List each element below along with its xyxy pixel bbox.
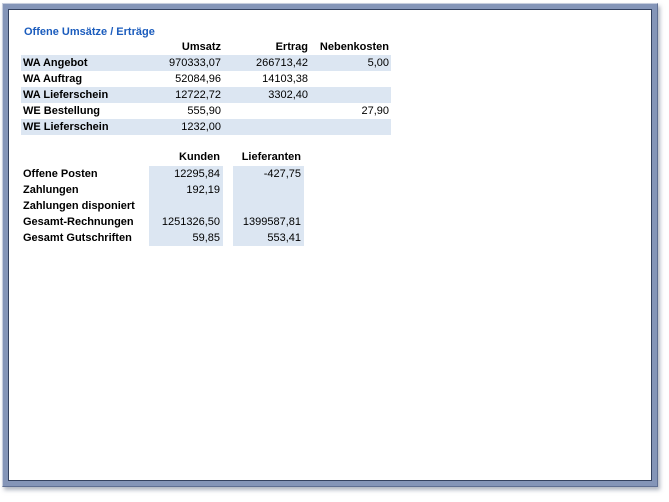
column-header-lieferanten: Lieferanten <box>233 149 304 166</box>
row-label: WA Angebot <box>21 55 134 71</box>
sales-table-header: Umsatz Ertrag Nebenkosten <box>21 39 391 55</box>
table-row: Zahlungen 192,19 <box>21 182 304 198</box>
row-label: WE Bestellung <box>21 103 134 119</box>
cell-umsatz: 970333,07 <box>134 55 223 71</box>
row-label: WA Auftrag <box>21 71 134 87</box>
accounts-header-spacer <box>21 149 149 166</box>
row-label: WA Lieferschein <box>21 87 134 103</box>
row-label: Zahlungen disponiert <box>21 198 149 214</box>
column-header-kunden: Kunden <box>149 149 223 166</box>
cell-kunden: 12295,84 <box>149 166 223 182</box>
table-row: WA Lieferschein 12722,72 3302,40 <box>21 87 391 103</box>
table-row: WE Lieferschein 1232,00 <box>21 119 391 135</box>
cell-kunden <box>149 198 223 214</box>
cell-umsatz: 1232,00 <box>134 119 223 135</box>
table-row: Offene Posten 12295,84 -427,75 <box>21 166 304 182</box>
column-header-umsatz: Umsatz <box>134 39 223 55</box>
row-label: WE Lieferschein <box>21 119 134 135</box>
table-row: WA Angebot 970333,07 266713,42 5,00 <box>21 55 391 71</box>
cell-lieferanten <box>233 182 304 198</box>
cell-nebenkosten <box>310 71 391 87</box>
cell-umsatz: 52084,96 <box>134 71 223 87</box>
table-row: WA Auftrag 52084,96 14103,38 <box>21 71 391 87</box>
cell-ertrag: 3302,40 <box>223 87 310 103</box>
report-canvas: Offene Umsätze / Erträge Umsatz Ertrag N… <box>8 9 652 481</box>
table-row: Zahlungen disponiert <box>21 198 304 214</box>
cell-umsatz: 555,90 <box>134 103 223 119</box>
cell-nebenkosten <box>310 87 391 103</box>
cell-nebenkosten: 5,00 <box>310 55 391 71</box>
cell-umsatz: 12722,72 <box>134 87 223 103</box>
accounts-table-header: Kunden Lieferanten <box>21 149 304 166</box>
row-label: Offene Posten <box>21 166 149 182</box>
table-row: Gesamt Gutschriften 59,85 553,41 <box>21 230 304 246</box>
row-label: Gesamt Gutschriften <box>21 230 149 246</box>
cell-kunden: 59,85 <box>149 230 223 246</box>
cell-ertrag: 266713,42 <box>223 55 310 71</box>
column-header-nebenkosten: Nebenkosten <box>310 39 391 55</box>
cell-ertrag: 14103,38 <box>223 71 310 87</box>
cell-kunden: 192,19 <box>149 182 223 198</box>
table-row: Gesamt-Rechnungen 1251326,50 1399587,81 <box>21 214 304 230</box>
cell-lieferanten: 553,41 <box>233 230 304 246</box>
cell-ertrag <box>223 119 310 135</box>
report-window-frame: Offene Umsätze / Erträge Umsatz Ertrag N… <box>2 3 658 487</box>
cell-nebenkosten <box>310 119 391 135</box>
row-label: Zahlungen <box>21 182 149 198</box>
sales-table: Umsatz Ertrag Nebenkosten WA Angebot 970… <box>21 39 391 135</box>
row-label: Gesamt-Rechnungen <box>21 214 149 230</box>
cell-lieferanten: 1399587,81 <box>233 214 304 230</box>
sales-header-spacer <box>21 39 134 55</box>
cell-lieferanten: -427,75 <box>233 166 304 182</box>
cell-nebenkosten: 27,90 <box>310 103 391 119</box>
table-row: WE Bestellung 555,90 27,90 <box>21 103 391 119</box>
page-title: Offene Umsätze / Erträge <box>24 26 155 38</box>
cell-kunden: 1251326,50 <box>149 214 223 230</box>
cell-ertrag <box>223 103 310 119</box>
accounts-table: Kunden Lieferanten Offene Posten 12295,8… <box>21 149 304 246</box>
column-header-ertrag: Ertrag <box>223 39 310 55</box>
cell-lieferanten <box>233 198 304 214</box>
